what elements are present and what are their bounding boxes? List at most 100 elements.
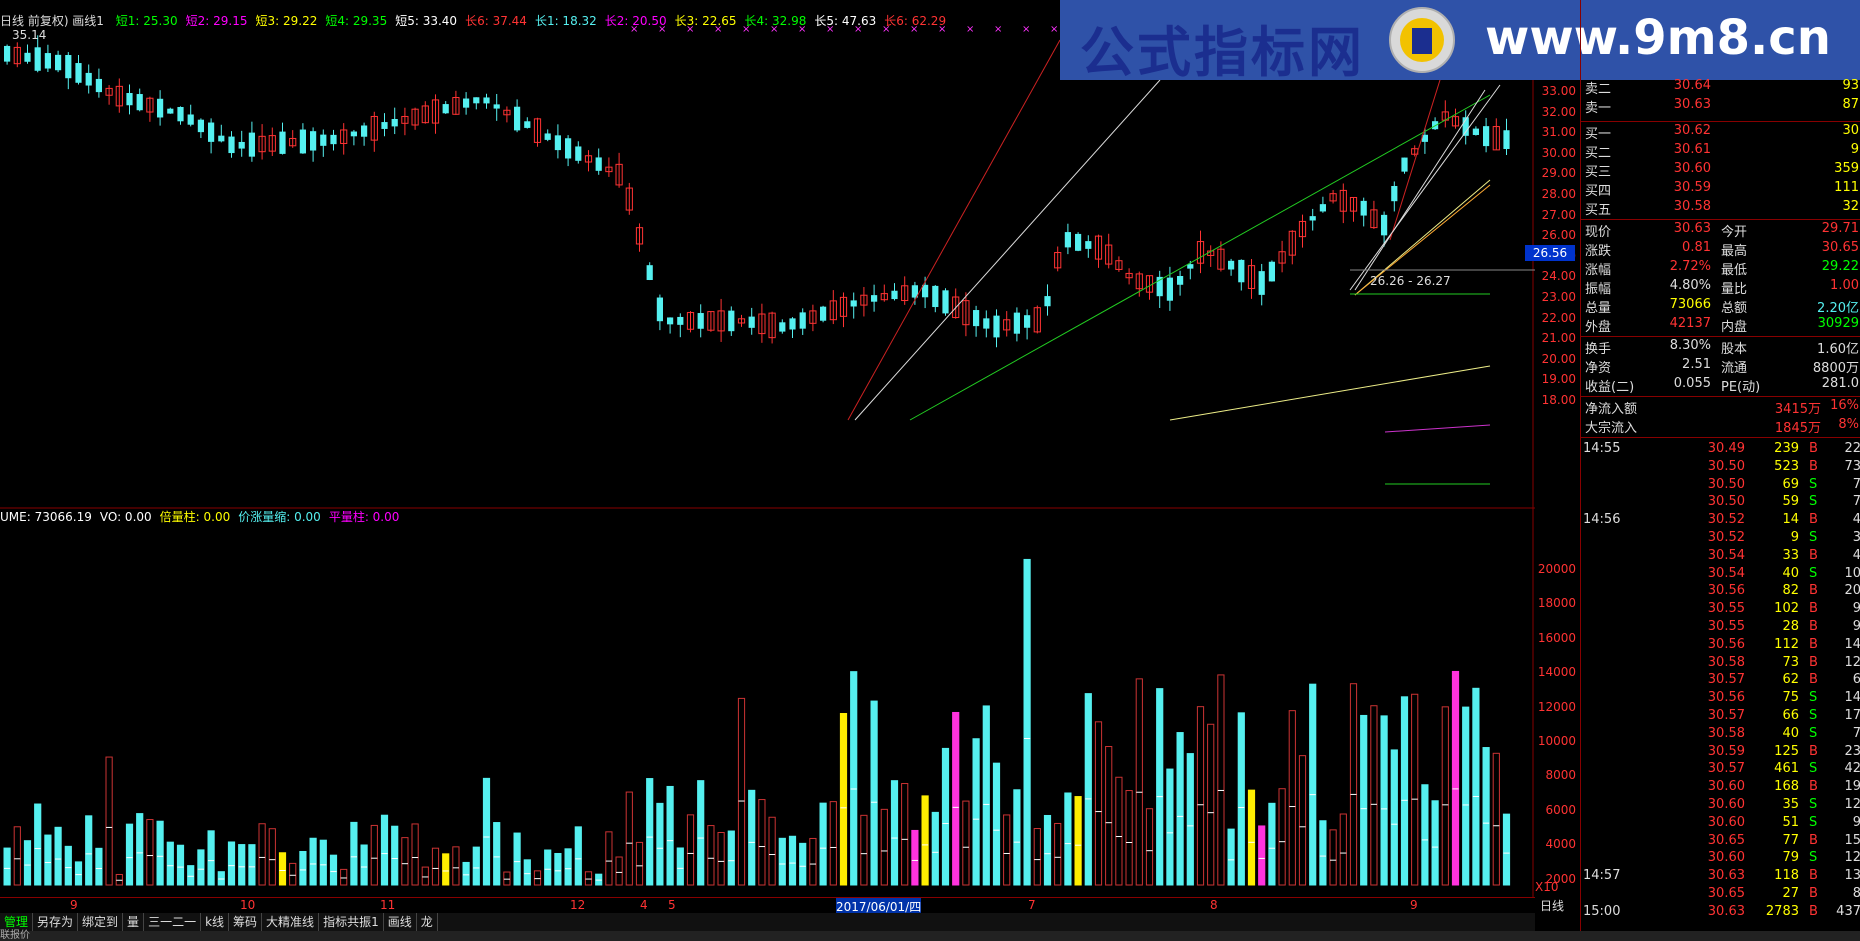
- candle-body: [126, 93, 133, 106]
- tick-flag: B: [1809, 743, 1818, 759]
- ma-item: 短2: 29.15: [185, 14, 248, 28]
- candle-body: [1360, 200, 1367, 216]
- volume-bar: [1145, 808, 1154, 886]
- volume-bar: [493, 822, 501, 886]
- price-tick: 21.00: [1541, 331, 1576, 346]
- tick-price: 30.63: [1707, 868, 1745, 884]
- tick-price: 30.65: [1707, 886, 1745, 901]
- tab-item[interactable]: 绑定到: [78, 913, 124, 931]
- candle-body: [1166, 277, 1173, 301]
- tick-count: 14: [1844, 636, 1860, 652]
- stat-row: 涨跌 0.81 最高 30.65: [1581, 240, 1860, 259]
- date-tick: 12: [570, 898, 586, 912]
- tick-count: 22: [1844, 441, 1860, 456]
- tick-time: 14:55: [1583, 441, 1621, 456]
- candle-body: [656, 297, 663, 322]
- row-label: 涨幅: [1585, 263, 1612, 278]
- volume-bar: [921, 795, 929, 886]
- volume-bar: [676, 847, 684, 886]
- candle-body: [228, 136, 235, 154]
- flow-row: 大宗流入 1845万 8%: [1581, 417, 1860, 436]
- candle-body: [575, 146, 582, 161]
- current-price-flag: 26.56: [1525, 245, 1575, 261]
- candle-body: [748, 316, 755, 328]
- stat-row: 涨幅 2.72% 最低 29.22: [1581, 259, 1860, 278]
- tick-price: 30.50: [1707, 476, 1745, 492]
- tick-count: 437: [1836, 903, 1860, 919]
- candle-body: [1238, 259, 1245, 283]
- candle-body: [1503, 130, 1510, 149]
- volume-bar: [1074, 796, 1082, 886]
- volume-legend-item: 平量柱: 0.00: [328, 510, 400, 524]
- tab-item[interactable]: 管理: [0, 913, 34, 931]
- volume-bar: [595, 873, 603, 886]
- volume-bar: [1421, 784, 1429, 886]
- tab-item[interactable]: 指标共振1: [319, 913, 384, 931]
- divider: [1581, 121, 1860, 122]
- volume-bar: [309, 837, 317, 886]
- tab-item[interactable]: 大精准线: [262, 913, 320, 931]
- row-label-2: PE(动): [1721, 380, 1761, 395]
- tab-item[interactable]: 画线: [384, 913, 417, 931]
- tick-flag: B: [1809, 441, 1818, 456]
- candle-body: [248, 132, 255, 157]
- volume-bar: [64, 845, 72, 886]
- candle-body: [24, 52, 31, 62]
- volume-bar: [482, 777, 491, 886]
- tick-row: 30.56 75 S 14: [1581, 690, 1860, 708]
- tick-count: 4: [1852, 547, 1860, 563]
- candle-body: [1391, 185, 1398, 202]
- row-value: 73066: [1669, 297, 1711, 312]
- tab-item[interactable]: 三一二一: [144, 913, 202, 931]
- tick-row: 30.65 77 B 15: [1581, 833, 1860, 851]
- tick-row: 30.50 59 S 7: [1581, 494, 1860, 512]
- volume-bar: [34, 803, 42, 886]
- row-label: 涨跌: [1585, 244, 1612, 259]
- tick-row: 14:57 30.63 118 B 13: [1581, 868, 1860, 886]
- tick-price: 30.50: [1707, 458, 1745, 474]
- tick-qty: 102: [1774, 601, 1799, 617]
- volume-bar: [972, 738, 980, 886]
- row-label: 净资: [1585, 361, 1612, 376]
- volume-tick: 8000: [1545, 768, 1576, 783]
- bid-row: 买一 30.62 30: [1581, 123, 1860, 142]
- tab-item[interactable]: 量: [123, 913, 145, 931]
- volume-legend-item: UME: 73066.19: [0, 510, 92, 524]
- candle-body: [728, 310, 735, 332]
- divider: [1581, 396, 1860, 397]
- tick-flag: S: [1809, 494, 1818, 510]
- ma-item: 长3: 22.65: [674, 14, 737, 28]
- tick-time: 14:57: [1583, 868, 1621, 884]
- tick-qty: 14: [1782, 512, 1799, 528]
- tick-flag: S: [1809, 850, 1818, 866]
- tick-row: 30.65 27 B 8: [1581, 886, 1860, 904]
- tab-item[interactable]: k线: [201, 913, 230, 931]
- tab-item[interactable]: 筹码: [229, 913, 263, 931]
- volume-bar: [962, 800, 970, 886]
- flow-value: 1845万: [1774, 421, 1821, 436]
- bid-price: 30.61: [1673, 142, 1711, 157]
- volume-bar: [727, 830, 735, 886]
- tick-price: 30.57: [1707, 708, 1745, 723]
- volume-bar: [85, 815, 93, 886]
- bid-row: 买二 30.61 9: [1581, 142, 1860, 161]
- tick-price: 30.56: [1707, 690, 1745, 706]
- price-tick: 20.00: [1541, 351, 1576, 366]
- flow-value: 3415万: [1774, 402, 1821, 417]
- volume-bar: [156, 820, 164, 886]
- volume-bar: [1186, 753, 1194, 886]
- candlestick-chart[interactable]: × × × × × × × × × × × × × × × ×: [0, 0, 1535, 941]
- tick-row: 30.54 40 S 10: [1581, 566, 1860, 584]
- volume-bar: [452, 846, 460, 886]
- tab-item[interactable]: 龙: [417, 913, 438, 931]
- bid-label: 买一: [1585, 127, 1612, 142]
- row-label: 总量: [1585, 301, 1612, 316]
- tick-count: 8: [1852, 886, 1860, 901]
- tab-item[interactable]: 另存为: [33, 913, 79, 931]
- tick-count: 23: [1844, 743, 1860, 759]
- stat-row: 净资 2.51 流通 8800万: [1581, 357, 1860, 376]
- marker-x: ×: [994, 24, 1002, 35]
- volume-bar: [350, 821, 358, 886]
- tick-flag: B: [1809, 547, 1818, 563]
- ma-item: 短1: 25.30: [115, 14, 178, 28]
